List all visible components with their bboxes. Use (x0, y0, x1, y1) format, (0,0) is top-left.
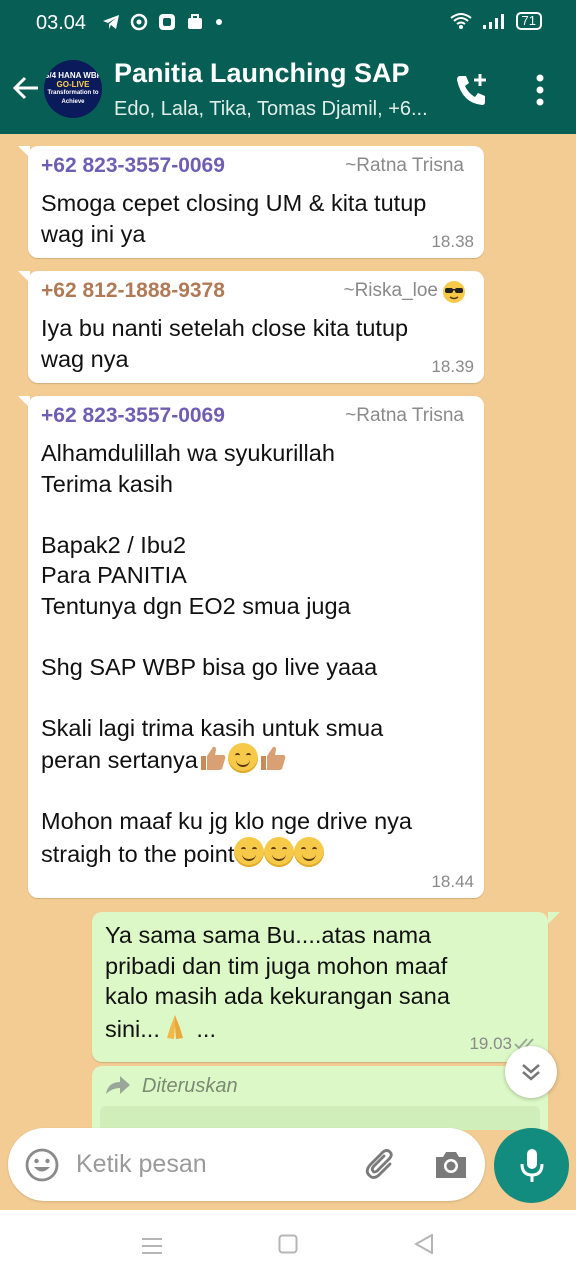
message-sender[interactable]: +62 823-3557-0069 (41, 404, 225, 428)
message-bubble[interactable]: +62 823-3557-0069 ~Ratna Trisna Alhamdul… (28, 396, 484, 898)
more-options-icon[interactable] (524, 70, 556, 110)
message-time: 18.38 (431, 232, 474, 251)
notification-icons (102, 13, 224, 31)
telegram-icon (103, 15, 119, 29)
smiling-emoji-icon (234, 836, 265, 867)
forwarded-label: Diteruskan (142, 1075, 238, 1097)
forwarded-preview (100, 1106, 540, 1130)
smiling-emoji-icon (227, 743, 258, 773)
menu-nav-icon[interactable] (142, 1236, 162, 1256)
message-text: Smoga cepet closing UM & kita tutup wag … (41, 190, 427, 247)
message-sender[interactable]: +62 812-1888-9378 (41, 279, 225, 303)
system-icons: 71 (449, 12, 542, 30)
group-members[interactable]: Edo, Lala, Tika, Tomas Djamil, +6... (114, 98, 428, 121)
message-input[interactable]: Ketik pesan (76, 1150, 207, 1179)
scroll-to-bottom-button[interactable] (505, 1046, 557, 1098)
thumbs-up-emoji-icon (200, 746, 226, 770)
paperclip-icon[interactable] (362, 1146, 400, 1184)
back-arrow-icon[interactable] (10, 72, 42, 104)
message-text: Ya sama sama Bu....atas nama pribadi dan… (105, 922, 450, 1042)
message-bubble[interactable]: +62 812-1888-9378 ~Riska_loe Iya bu nant… (28, 271, 484, 383)
voice-message-button[interactable] (494, 1128, 569, 1203)
message-bubble[interactable]: +62 823-3557-0069 ~Ratna Trisna Smoga ce… (28, 146, 484, 258)
battery-level: 71 (515, 12, 542, 30)
add-call-icon[interactable] (452, 70, 492, 110)
back-nav-icon[interactable] (414, 1234, 434, 1254)
chat-header: S/4 HANA WBP GO-LIVE Transformation to A… (0, 44, 576, 134)
forwarded-message-bubble[interactable]: Diteruskan (92, 1066, 548, 1130)
praying-hands-emoji-icon (166, 1014, 183, 1039)
app-icon (159, 14, 175, 30)
double-chevron-down-icon (522, 1064, 540, 1081)
smiling-emoji-icon (294, 836, 325, 867)
wifi-icon (449, 13, 472, 29)
dot-icon (216, 19, 222, 25)
briefcase-icon (188, 14, 202, 29)
group-title[interactable]: Panitia Launching SAP (114, 58, 410, 89)
message-sender-alias: ~Riska_loe (343, 280, 438, 301)
message-sender[interactable]: +62 823-3557-0069 (41, 154, 225, 178)
message-text: Alhamdulillah wa syukurillah Terima kasi… (41, 440, 412, 867)
thumbs-up-emoji-icon (260, 746, 286, 770)
camera-icon[interactable] (432, 1146, 470, 1184)
microphone-icon (520, 1148, 543, 1182)
system-nav-bar (0, 1210, 576, 1280)
target-icon (130, 13, 148, 31)
home-nav-icon[interactable] (278, 1234, 298, 1254)
sunglasses-emoji-icon (443, 281, 465, 303)
message-sender-alias: ~Ratna Trisna (345, 155, 464, 176)
smiling-emoji-icon (264, 836, 295, 867)
message-text: Iya bu nanti setelah close kita tutup wa… (41, 315, 409, 372)
message-bubble-outgoing[interactable]: Ya sama sama Bu....atas nama pribadi dan… (92, 912, 548, 1062)
group-avatar[interactable]: S/4 HANA WBP GO-LIVE Transformation to A… (44, 60, 102, 118)
message-composer: Ketik pesan (8, 1128, 485, 1201)
emoji-icon[interactable] (24, 1147, 60, 1183)
message-time: 18.44 (431, 872, 474, 891)
forward-arrow-icon (106, 1076, 130, 1094)
bubble-tail (548, 912, 560, 924)
message-time: 18.39 (431, 357, 474, 376)
status-time: 03.04 (36, 12, 87, 34)
chat-area[interactable]: +62 823-3557-0069 ~Ratna Trisna Smoga ce… (0, 134, 576, 1120)
message-sender-alias: ~Ratna Trisna (345, 405, 464, 426)
status-bar: 03.04 71 (0, 0, 576, 44)
message-time: 19.03 (469, 1034, 512, 1053)
signal-icon (482, 14, 504, 29)
